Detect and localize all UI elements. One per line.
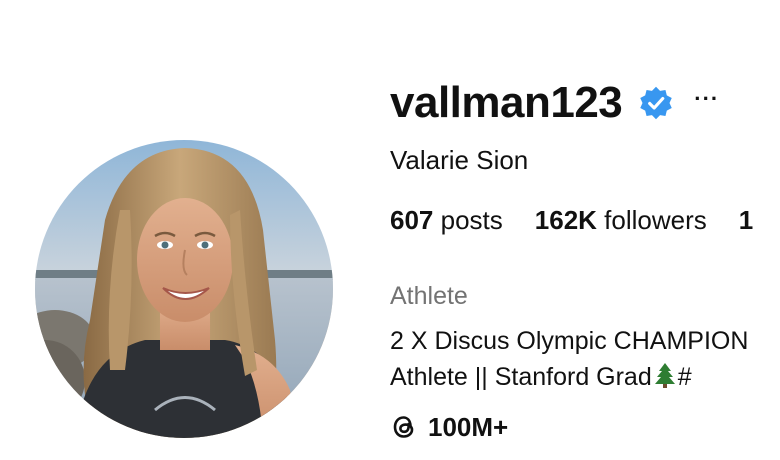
profile-category: Athlete [390, 282, 468, 310]
profile-stats: 607 posts 162K followers 1 [390, 203, 780, 237]
following-stat[interactable]: 1 [739, 203, 753, 237]
username-row: vallman123 ··· [390, 76, 719, 130]
username: vallman123 [390, 78, 623, 127]
posts-count: 607 [390, 205, 434, 235]
full-name: Valarie Sion [390, 145, 529, 175]
profile-page: vallman123 ··· Valarie Sion 607 posts 16… [0, 0, 780, 460]
bio-line-1: 2 X Discus Olympic CHAMPION [390, 327, 749, 355]
followers-count: 162K [534, 205, 597, 235]
profile-bio: 2 X Discus Olympic CHAMPION Athlete || S… [390, 323, 748, 395]
profile-info: vallman123 ··· Valarie Sion 607 posts 16… [390, 0, 780, 460]
bio-line-2: Athlete || Stanford Grad # [390, 359, 748, 395]
bio-line-2-suffix: # [677, 363, 692, 391]
evergreen-tree-icon [652, 362, 678, 388]
threads-icon [390, 412, 418, 442]
followers-label: followers [604, 205, 707, 235]
verified-badge-icon [638, 85, 674, 121]
profile-avatar[interactable] [35, 140, 333, 438]
followers-stat[interactable]: 162K followers [535, 203, 707, 237]
bio-line-2-text: Athlete || Stanford Grad [390, 363, 652, 391]
posts-stat[interactable]: 607 posts [390, 203, 503, 237]
threads-count: 100M+ [428, 412, 509, 442]
avatar-photo [35, 140, 333, 438]
threads-link[interactable]: 100M+ [390, 410, 508, 444]
more-options-icon[interactable]: ··· [694, 88, 719, 110]
following-count: 1 [738, 205, 754, 235]
posts-label: posts [440, 205, 503, 235]
